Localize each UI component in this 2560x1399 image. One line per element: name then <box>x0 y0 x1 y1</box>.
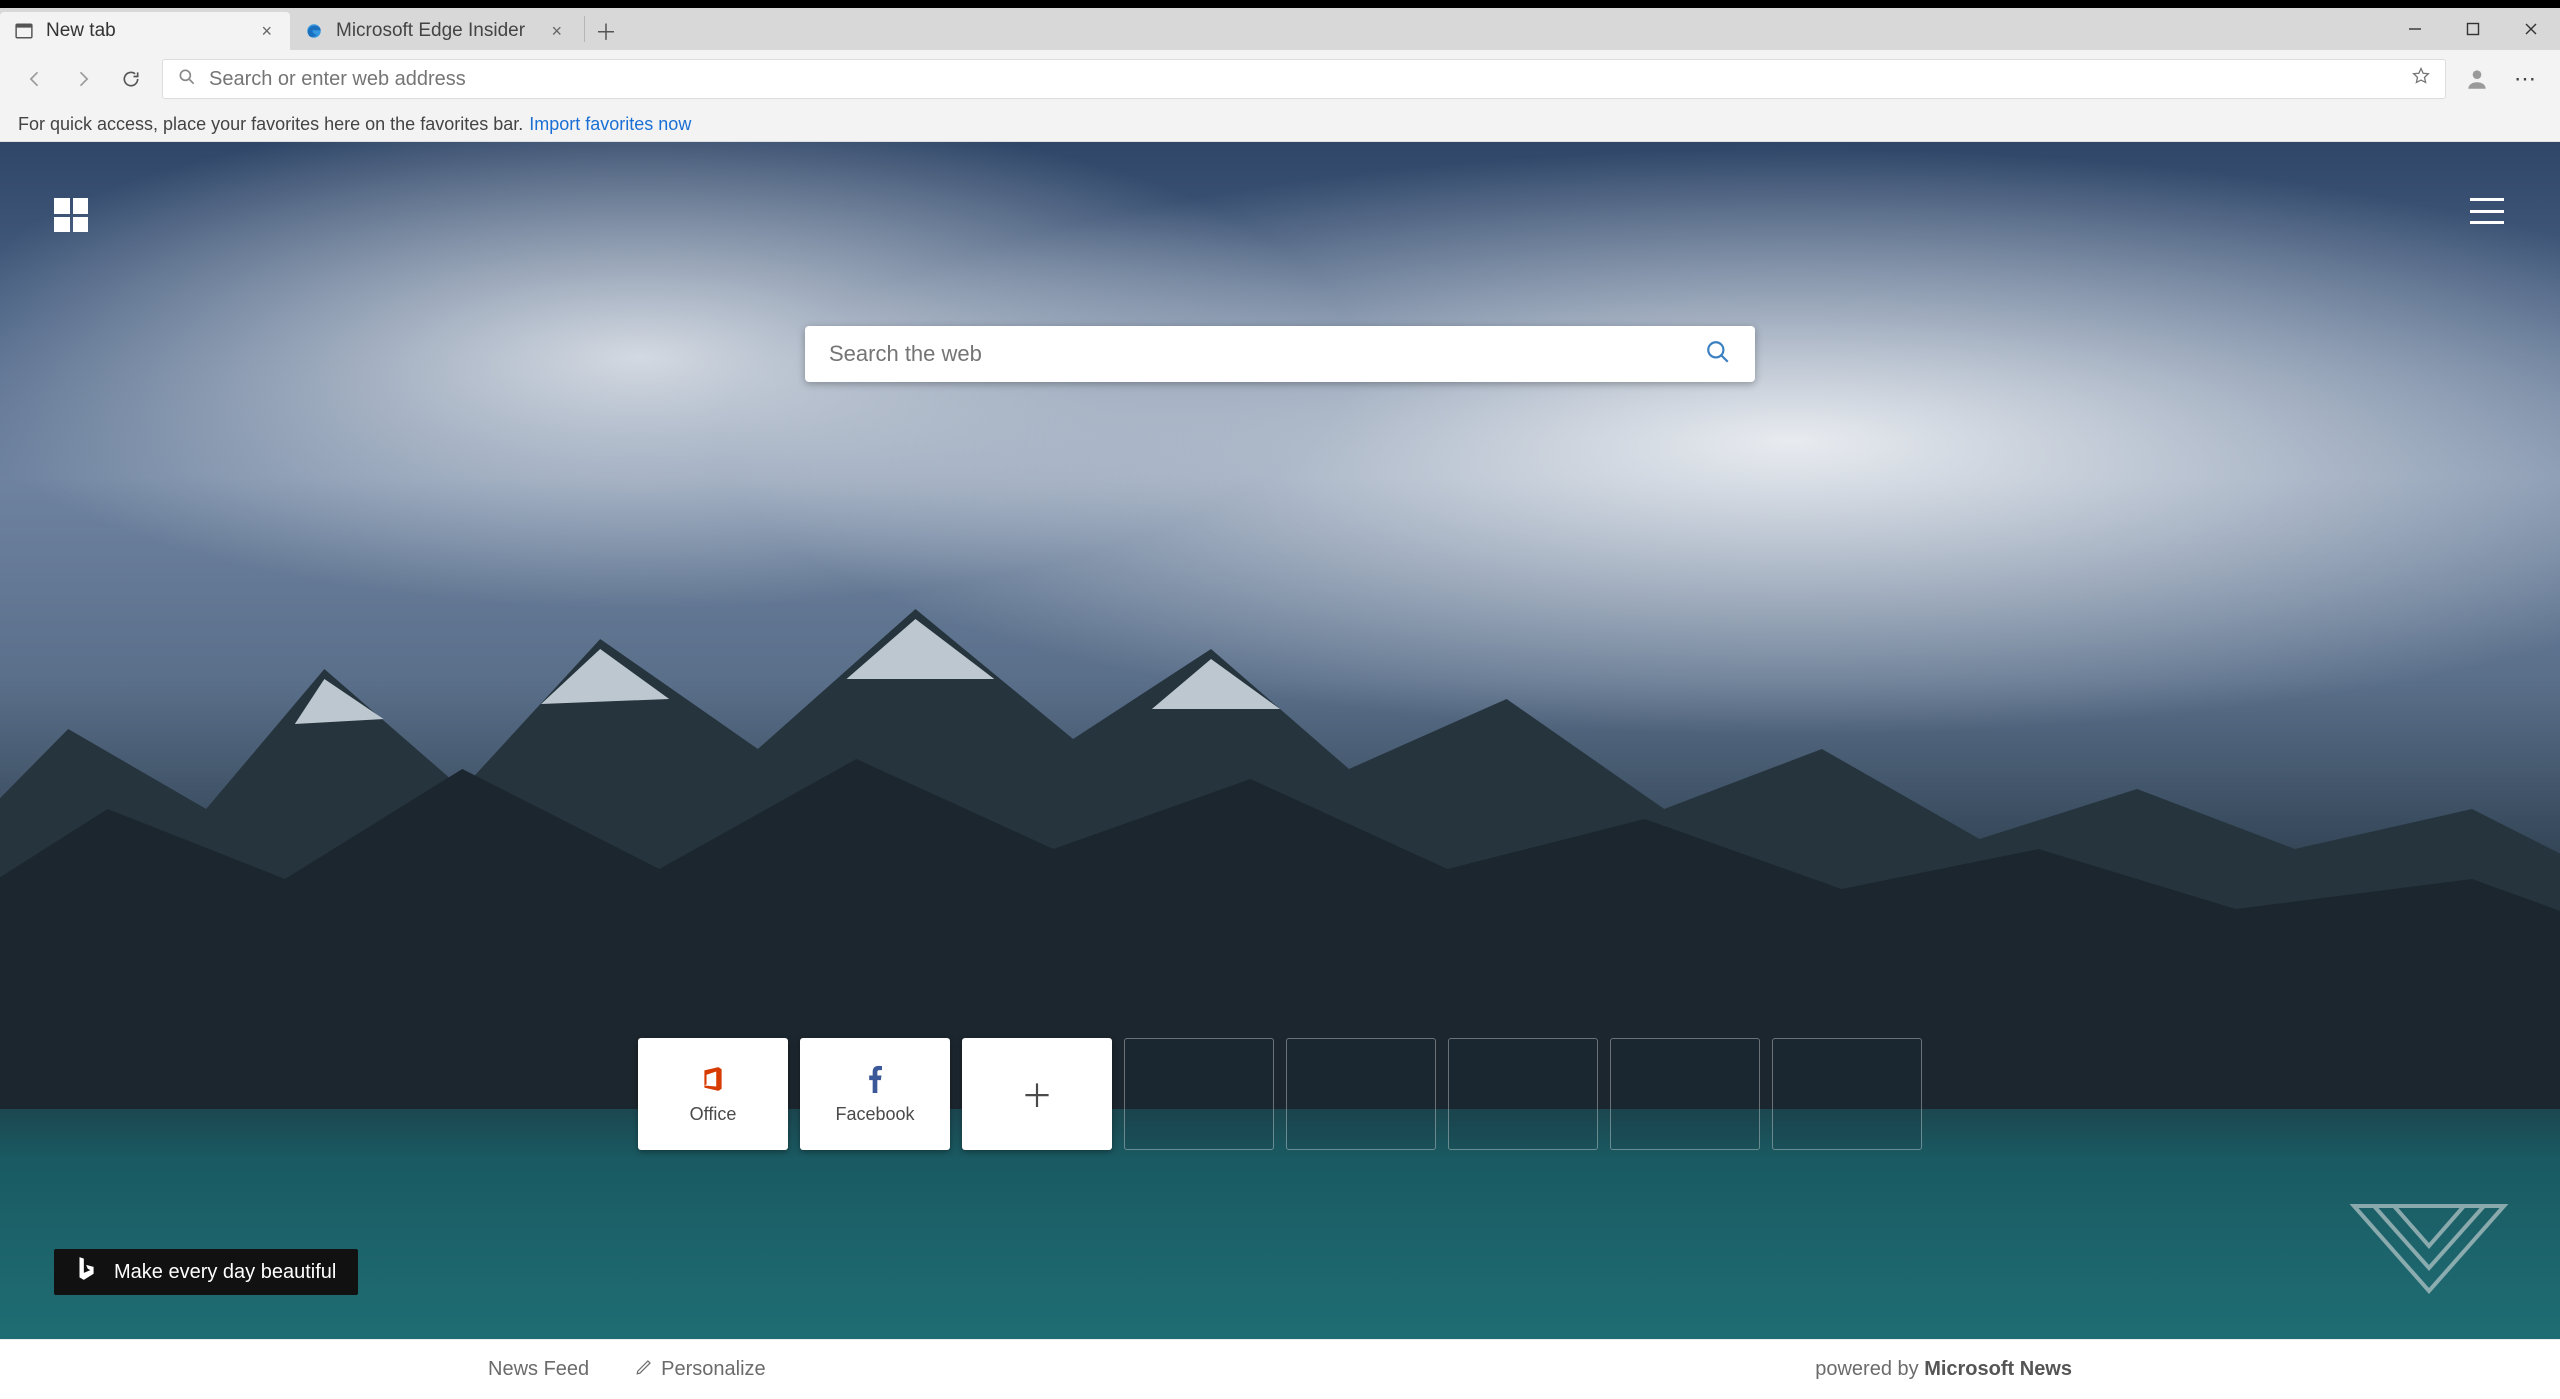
microsoft-logo-icon[interactable] <box>54 198 88 232</box>
page-settings-menu-icon[interactable] <box>2470 198 2504 224</box>
tab-edge-insider[interactable]: Microsoft Edge Insider × <box>290 12 580 50</box>
quick-links-tiles: Office Facebook ＋ <box>638 1038 1922 1150</box>
background-mountains <box>0 549 2560 1109</box>
titlebar: New tab × Microsoft Edge Insider × ＋ <box>0 8 2560 50</box>
tile-label: Office <box>690 1104 737 1125</box>
tile-empty-slot[interactable] <box>1124 1038 1274 1150</box>
tile-empty-slot[interactable] <box>1286 1038 1436 1150</box>
tab-separator <box>584 16 585 42</box>
favorites-hint-text: For quick access, place your favorites h… <box>18 114 523 135</box>
profile-icon[interactable] <box>2460 62 2494 96</box>
web-search-input[interactable] <box>829 341 1705 367</box>
tile-empty-slot[interactable] <box>1772 1038 1922 1150</box>
favorite-star-icon[interactable] <box>2411 66 2431 92</box>
personalize-label: Personalize <box>661 1358 766 1381</box>
maximize-button[interactable] <box>2444 8 2502 50</box>
newtab-icon <box>14 21 34 41</box>
tab-close-button[interactable]: × <box>547 20 566 42</box>
tile-label: Facebook <box>835 1104 914 1125</box>
search-submit-icon[interactable] <box>1705 339 1731 370</box>
bing-badge-text: Make every day beautiful <box>114 1261 336 1284</box>
personalize-link[interactable]: Personalize <box>635 1358 766 1382</box>
bing-icon <box>76 1256 96 1288</box>
facebook-icon <box>867 1064 883 1094</box>
tile-facebook[interactable]: Facebook <box>800 1038 950 1150</box>
tab-title: New tab <box>46 20 116 42</box>
search-icon <box>177 67 197 92</box>
bottom-bar: News Feed Personalize powered by Microso… <box>0 1339 2560 1399</box>
plus-icon: ＋ <box>1021 1071 1053 1117</box>
window-controls <box>2386 8 2560 50</box>
more-menu-icon[interactable]: ⋯ <box>2508 62 2542 96</box>
web-search-box[interactable] <box>805 326 1755 382</box>
tile-add-site[interactable]: ＋ <box>962 1038 1112 1150</box>
toolbar: ⋯ <box>0 50 2560 108</box>
tab-close-button[interactable]: × <box>257 20 276 42</box>
back-button[interactable] <box>18 62 52 96</box>
import-favorites-link[interactable]: Import favorites now <box>529 114 691 135</box>
forward-button[interactable] <box>66 62 100 96</box>
verge-watermark-icon <box>2344 1196 2514 1311</box>
tile-empty-slot[interactable] <box>1448 1038 1598 1150</box>
office-icon <box>700 1064 726 1094</box>
tab-title: Microsoft Edge Insider <box>336 20 525 42</box>
close-window-button[interactable] <box>2502 8 2560 50</box>
powered-by-label: powered by Microsoft News <box>1815 1358 2072 1381</box>
newtab-content: Office Facebook ＋ Make every day beautif… <box>0 142 2560 1339</box>
edge-icon <box>304 21 324 41</box>
address-input[interactable] <box>209 68 2399 91</box>
window-top-strip <box>0 0 2560 8</box>
news-feed-link[interactable]: News Feed <box>488 1358 589 1381</box>
tile-empty-slot[interactable] <box>1610 1038 1760 1150</box>
tile-office[interactable]: Office <box>638 1038 788 1150</box>
minimize-button[interactable] <box>2386 8 2444 50</box>
tab-new-tab[interactable]: New tab × <box>0 12 290 50</box>
pencil-icon <box>635 1358 653 1382</box>
new-tab-button[interactable]: ＋ <box>589 12 623 50</box>
bing-daily-image-badge[interactable]: Make every day beautiful <box>54 1249 358 1295</box>
favorites-hint-bar: For quick access, place your favorites h… <box>0 108 2560 142</box>
refresh-button[interactable] <box>114 62 148 96</box>
address-bar[interactable] <box>162 59 2446 99</box>
